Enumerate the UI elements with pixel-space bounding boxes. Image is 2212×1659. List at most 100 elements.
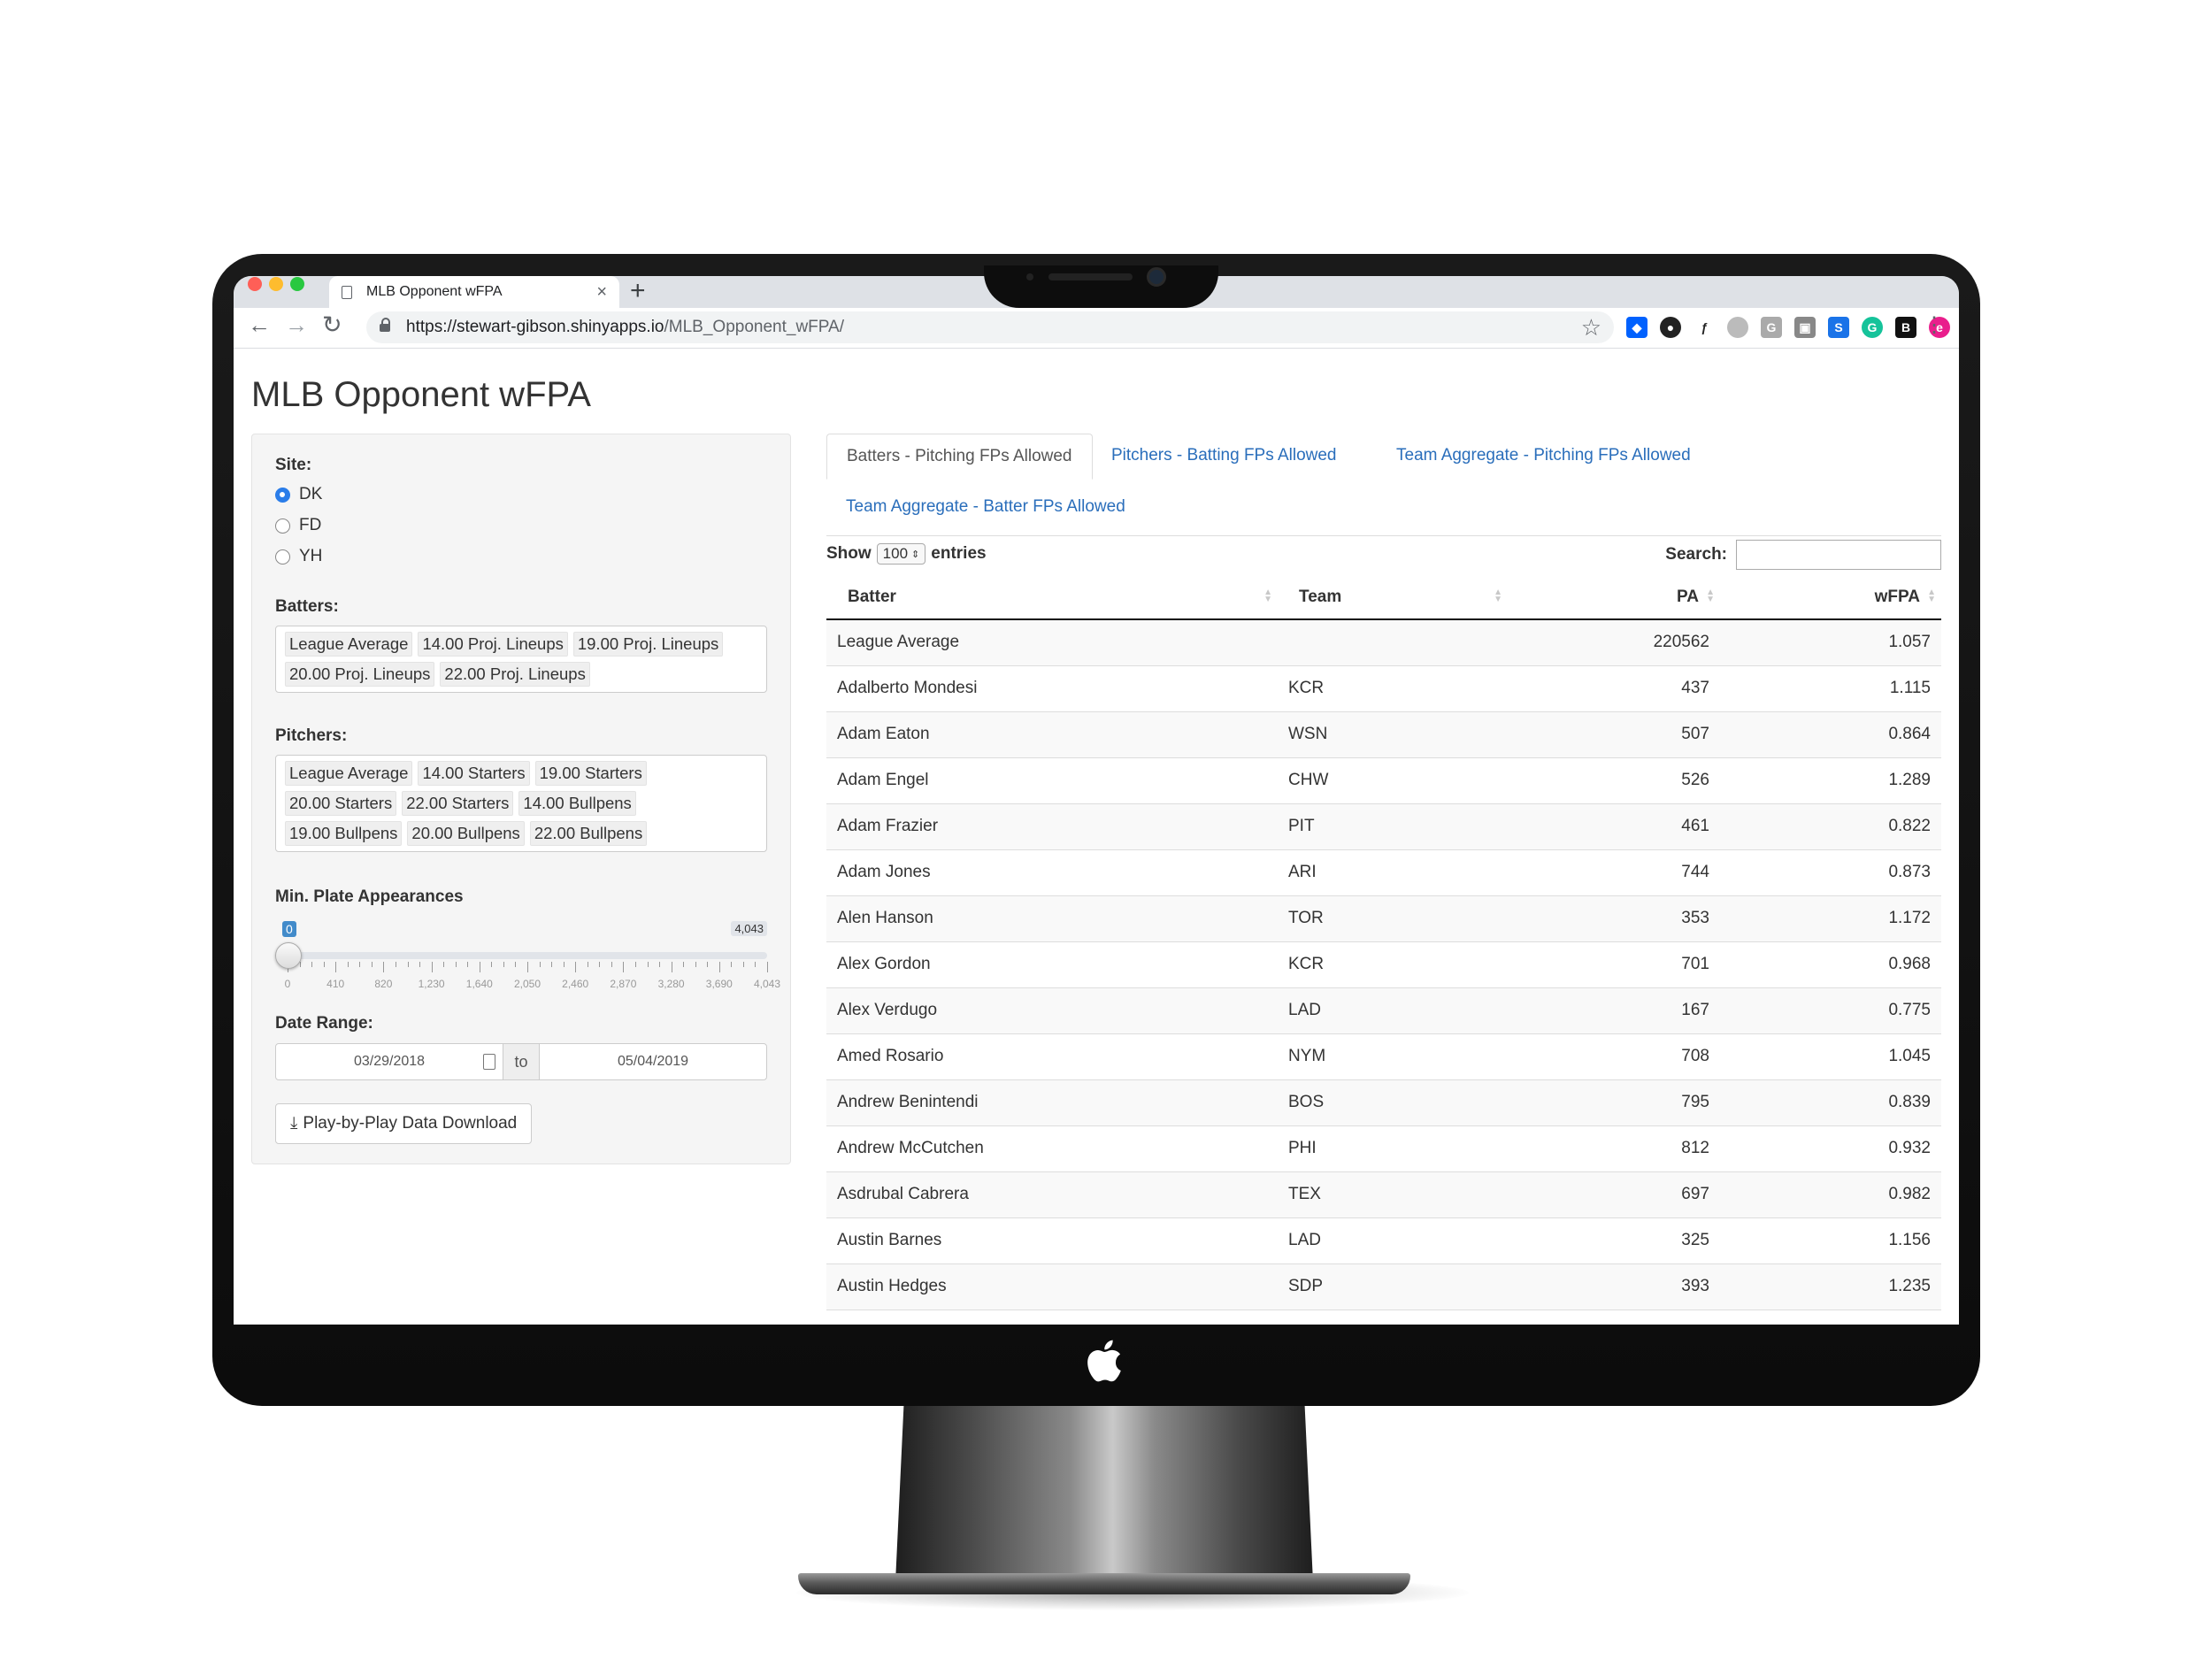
table-row[interactable]: Alex Verdugo LAD 167 0.775 bbox=[826, 987, 1941, 1034]
batter-chip[interactable]: 14.00 Proj. Lineups bbox=[418, 632, 568, 657]
batter-chip[interactable]: 20.00 Proj. Lineups bbox=[285, 662, 435, 687]
table-row[interactable]: Adalberto Mondesi KCR 437 1.115 bbox=[826, 665, 1941, 712]
pitcher-chip[interactable]: League Average bbox=[285, 761, 413, 786]
forward-arrow-icon[interactable]: → bbox=[285, 313, 308, 336]
column-header-pa[interactable]: PA ▲ ▼ bbox=[1508, 575, 1720, 620]
address-bar[interactable]: https://stewart-gibson.shinyapps.io/MLB_… bbox=[366, 311, 1614, 343]
pitcher-chip[interactable]: 22.00 Bullpens bbox=[529, 821, 648, 846]
radio-button[interactable] bbox=[275, 487, 290, 503]
grammarly-extension-icon[interactable]: G bbox=[1862, 317, 1883, 338]
slider-tick-label: 2,870 bbox=[610, 978, 637, 990]
pitcher-chip[interactable]: 19.00 Bullpens bbox=[285, 821, 403, 846]
pitcher-chip[interactable]: 14.00 Starters bbox=[418, 761, 530, 786]
close-tab-icon[interactable]: × bbox=[596, 283, 607, 301]
tab-batters-pitching[interactable]: Batters - Pitching FPs Allowed bbox=[826, 434, 1093, 480]
font-extension-icon[interactable]: ƒ bbox=[1694, 317, 1715, 338]
pa-cell: 526 bbox=[1508, 757, 1720, 804]
table-row[interactable]: Alen Hanson TOR 353 1.172 bbox=[826, 895, 1941, 942]
reload-icon[interactable]: ↻ bbox=[322, 313, 342, 337]
batter-cell: Adam Frazier bbox=[826, 803, 1278, 850]
sort-icon: ▲ ▼ bbox=[1927, 588, 1936, 604]
batter-chip[interactable]: League Average bbox=[285, 632, 413, 657]
tab-pitchers-batting[interactable]: Pitchers - Batting FPs Allowed bbox=[1092, 434, 1356, 478]
radio-label: DK bbox=[299, 485, 323, 503]
slider-tick-label: 1,230 bbox=[418, 978, 445, 990]
table-row[interactable]: Alex Gordon KCR 701 0.968 bbox=[826, 941, 1941, 988]
slider-tick bbox=[767, 962, 768, 972]
bold-extension-icon[interactable]: B bbox=[1895, 317, 1916, 338]
back-arrow-icon[interactable]: ← bbox=[248, 313, 271, 336]
kebab-menu-icon[interactable]: ⋮ bbox=[1924, 315, 1945, 336]
date-start-input[interactable]: 03/29/2018 bbox=[276, 1044, 503, 1079]
privacy-extension-icon[interactable] bbox=[1727, 317, 1748, 338]
slider-tick-label: 4,043 bbox=[753, 978, 781, 990]
radio-button[interactable] bbox=[275, 518, 290, 534]
team-cell: KCR bbox=[1278, 665, 1508, 712]
download-button[interactable]: ⤓ Play-by-Play Data Download bbox=[275, 1103, 533, 1144]
radio-button[interactable] bbox=[275, 549, 290, 565]
slider-track[interactable] bbox=[288, 952, 767, 959]
calendar-icon[interactable] bbox=[483, 1054, 495, 1070]
table-row[interactable]: Adam Engel CHW 526 1.289 bbox=[826, 757, 1941, 804]
table-row[interactable]: Adam Jones ARI 744 0.873 bbox=[826, 849, 1941, 896]
entries-label: entries bbox=[931, 544, 987, 563]
table-row[interactable]: Amed Rosario NYM 708 1.045 bbox=[826, 1033, 1941, 1080]
star-icon[interactable]: ☆ bbox=[1581, 314, 1601, 342]
entries-length-control: Show 100 ⇕ entries bbox=[826, 543, 987, 565]
pa-cell: 812 bbox=[1508, 1125, 1720, 1172]
pa-cell: 507 bbox=[1508, 711, 1720, 758]
close-window-button[interactable] bbox=[248, 277, 262, 291]
table-row[interactable]: Austin Hedges SDP 393 1.235 bbox=[826, 1263, 1941, 1310]
column-header-batter[interactable]: Batter ▲ ▼ bbox=[826, 575, 1278, 620]
search-input[interactable] bbox=[1736, 540, 1941, 570]
camera-extension-icon[interactable]: ▣ bbox=[1794, 317, 1816, 338]
min-pa-slider[interactable]: 0 4,043 0 410 820 1,230 1,640 2,050 2,460 2,870… bbox=[275, 921, 780, 1001]
table-row[interactable]: Andrew Benintendi BOS 795 0.839 bbox=[826, 1079, 1941, 1126]
batter-cell: Adalberto Mondesi bbox=[826, 665, 1278, 712]
batter-cell: League Average bbox=[826, 619, 1278, 666]
pitchers-multiselect[interactable]: League Average 14.00 Starters 19.00 Star… bbox=[275, 755, 767, 852]
date-separator: to bbox=[503, 1044, 540, 1079]
batters-multiselect[interactable]: League Average 14.00 Proj. Lineups 19.00… bbox=[275, 626, 767, 693]
minimize-window-button[interactable] bbox=[269, 277, 283, 291]
grammar-extension-icon[interactable]: G bbox=[1761, 317, 1782, 338]
table-row[interactable]: Andrew McCutchen PHI 812 0.932 bbox=[826, 1125, 1941, 1172]
team-cell: LAD bbox=[1278, 987, 1508, 1034]
column-header-wfpa[interactable]: wFPA ▲ ▼ bbox=[1720, 575, 1941, 620]
column-header-team[interactable]: Team ▲ ▼ bbox=[1278, 575, 1508, 620]
batter-chip[interactable]: 22.00 Proj. Lineups bbox=[440, 662, 590, 687]
slider-handle[interactable] bbox=[275, 942, 302, 969]
table-row[interactable]: Asdrubal Cabrera TEX 697 0.982 bbox=[826, 1171, 1941, 1218]
tab-team-aggregate-pitching[interactable]: Team Aggregate - Pitching FPs Allowed bbox=[1377, 434, 1710, 478]
pitcher-chip[interactable]: 22.00 Starters bbox=[402, 791, 514, 816]
slider-tick bbox=[575, 962, 577, 972]
dropbox-extension-icon[interactable]: ◆ bbox=[1626, 317, 1647, 338]
table-row[interactable]: Adam Eaton WSN 507 0.864 bbox=[826, 711, 1941, 758]
table-row[interactable]: Austin Barnes LAD 325 1.156 bbox=[826, 1217, 1941, 1264]
color-picker-extension-icon[interactable]: ● bbox=[1660, 317, 1681, 338]
app-page: MLB Opponent wFPA Site: DK FD YH Batters… bbox=[234, 349, 1959, 1325]
pitcher-chip[interactable]: 20.00 Starters bbox=[285, 791, 397, 816]
date-end-input[interactable]: 05/04/2019 bbox=[540, 1044, 766, 1079]
screenshot-extension-icon[interactable]: S bbox=[1828, 317, 1849, 338]
pitcher-chip[interactable]: 19.00 Starters bbox=[534, 761, 647, 786]
radio-dk[interactable]: DK bbox=[275, 485, 322, 504]
batter-chip[interactable]: 19.00 Proj. Lineups bbox=[572, 632, 724, 657]
slider-tick bbox=[371, 962, 373, 967]
pitcher-chip[interactable]: 14.00 Bullpens bbox=[518, 791, 636, 816]
wfpa-cell: 0.822 bbox=[1720, 803, 1941, 850]
browser-tab[interactable]: MLB Opponent wFPA × bbox=[329, 276, 619, 308]
document-icon bbox=[342, 285, 352, 299]
pitchers-label: Pitchers: bbox=[275, 726, 348, 745]
new-tab-button[interactable]: + bbox=[630, 278, 646, 304]
radio-yh[interactable]: YH bbox=[275, 547, 322, 566]
table-row[interactable]: Adam Frazier PIT 461 0.822 bbox=[826, 803, 1941, 850]
pitcher-chip[interactable]: 20.00 Bullpens bbox=[407, 821, 525, 846]
radio-fd[interactable]: FD bbox=[275, 516, 321, 535]
entries-select[interactable]: 100 ⇕ bbox=[876, 543, 926, 565]
date-start-value: 03/29/2018 bbox=[353, 1054, 426, 1069]
slider-tick bbox=[539, 962, 541, 967]
tab-team-aggregate-batter[interactable]: Team Aggregate - Batter FPs Allowed bbox=[826, 485, 1145, 529]
table-row[interactable]: League Average 220562 1.057 bbox=[826, 619, 1941, 666]
maximize-window-button[interactable] bbox=[290, 277, 304, 291]
